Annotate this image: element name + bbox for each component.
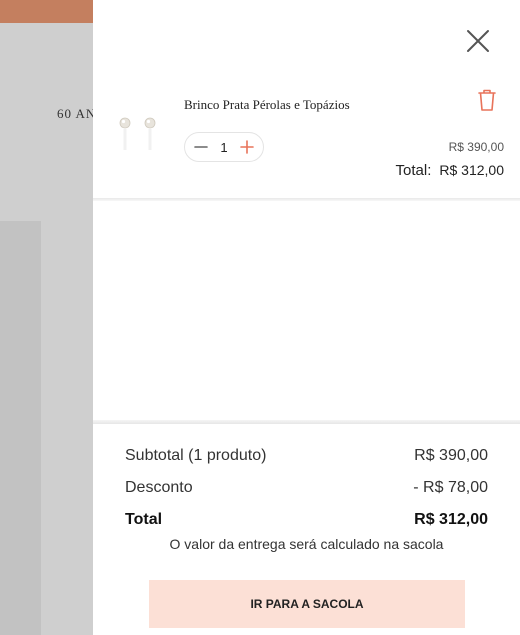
discount-label: Desconto [125,479,193,496]
item-original-price: R$ 390,00 [448,140,504,154]
subtotal-row: Subtotal (1 produto) R$ 390,00 [125,440,488,472]
divider [93,420,520,424]
close-icon[interactable] [465,28,491,54]
cart-item: Brinco Prata Pérolas e Topázios 1 R$ 390… [93,74,520,198]
background-image-block [0,221,41,635]
discount-row: Desconto - R$ 78,00 [125,472,488,504]
go-to-bag-button[interactable]: IR PARA A SACOLA [149,580,465,628]
order-summary: Subtotal (1 produto) R$ 390,00 Desconto … [125,440,488,536]
discount-value: - R$ 78,00 [413,479,488,496]
cart-drawer: Brinco Prata Pérolas e Topázios 1 R$ 390… [93,0,520,635]
subtotal-label: Subtotal (1 produto) [125,447,267,464]
item-total-label: Total: [395,162,432,179]
subtotal-value: R$ 390,00 [414,447,488,464]
total-value: R$ 312,00 [414,511,488,528]
trash-icon[interactable] [477,88,497,112]
minus-icon[interactable] [193,139,209,155]
quantity-stepper: 1 [184,132,264,162]
background-partial-text: 60 AN [57,106,97,121]
item-total-value: R$ 312,00 [439,162,504,178]
item-total-row: Total: R$ 312,00 [396,162,504,179]
total-row: Total R$ 312,00 [125,504,488,536]
shipping-note: O valor da entrega será calculado na sac… [169,536,444,552]
product-name[interactable]: Brinco Prata Pérolas e Topázios [184,97,350,113]
total-label: Total [125,511,163,528]
divider [93,198,520,201]
quantity-value[interactable]: 1 [214,140,234,155]
plus-icon[interactable] [239,139,255,155]
product-image[interactable] [115,114,161,154]
